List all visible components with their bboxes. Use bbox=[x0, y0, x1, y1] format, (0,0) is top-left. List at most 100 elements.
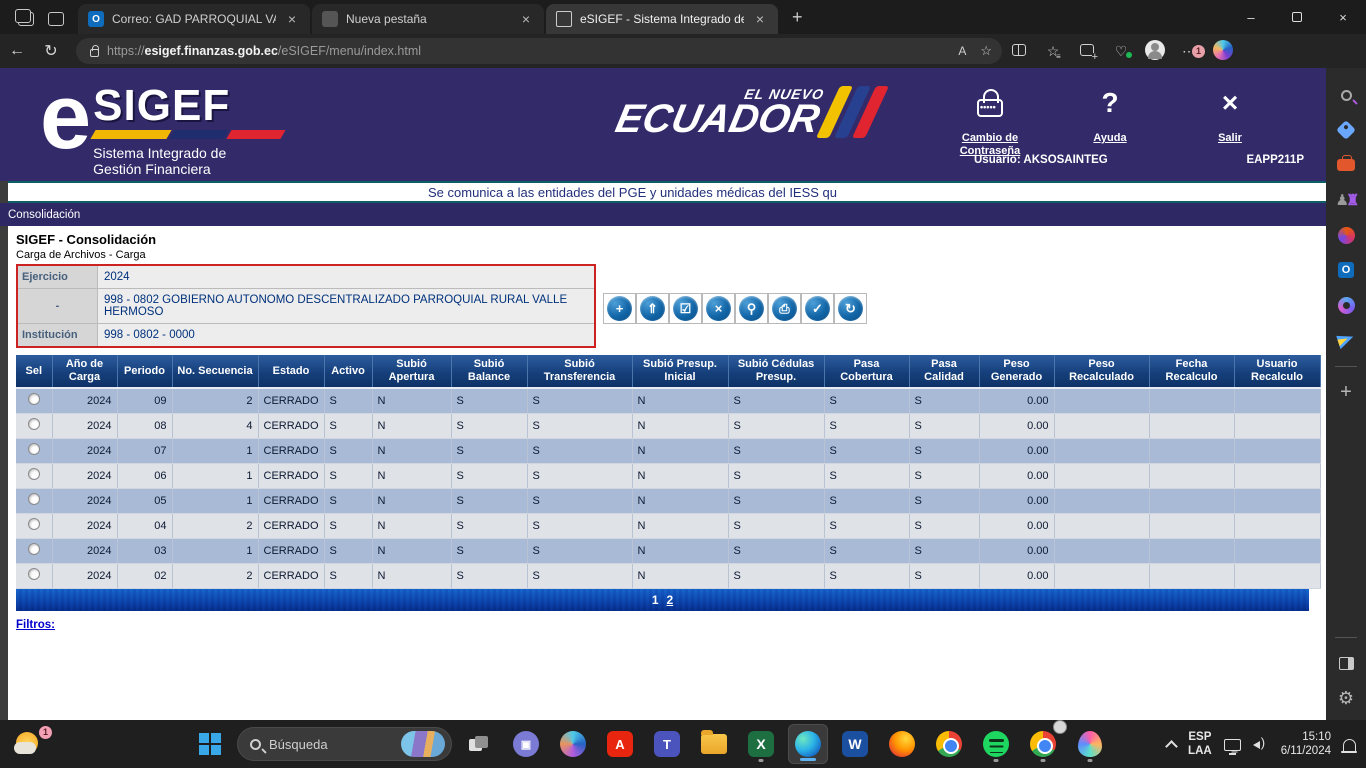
close-button[interactable]: × bbox=[1320, 0, 1366, 34]
copilot-icon[interactable] bbox=[1206, 40, 1240, 63]
filters-link[interactable]: Filtros: bbox=[16, 619, 55, 631]
approve-button[interactable]: ✓ bbox=[801, 293, 834, 324]
taskbar-app-explorer[interactable] bbox=[694, 724, 734, 764]
tab-close-icon[interactable]: × bbox=[518, 11, 534, 27]
row-radio-button[interactable] bbox=[28, 543, 40, 555]
cell: N bbox=[632, 538, 728, 563]
taskbar-app-spotify[interactable] bbox=[976, 724, 1016, 764]
minimize-button[interactable]: – bbox=[1228, 0, 1274, 34]
sidebar-search-icon[interactable] bbox=[1333, 82, 1359, 108]
row-radio-button[interactable] bbox=[28, 443, 40, 455]
taskbar-app-excel[interactable]: X bbox=[741, 724, 781, 764]
taskbar-app-firefox[interactable] bbox=[882, 724, 922, 764]
sidebar-add-icon[interactable]: + bbox=[1333, 379, 1359, 405]
cell bbox=[1054, 413, 1149, 438]
tray-volume-icon[interactable] bbox=[1253, 737, 1269, 751]
address-bar[interactable]: https://esigef.finanzas.gob.ec/eSIGEF/me… bbox=[76, 38, 1002, 64]
sidebar-settings-icon[interactable]: ⚙ bbox=[1333, 685, 1359, 711]
taskbar-app-paint[interactable] bbox=[1070, 724, 1110, 764]
cell: 2024 bbox=[52, 538, 117, 563]
sidebar-divider-bottom bbox=[1335, 637, 1357, 638]
sidebar-shopping-icon[interactable] bbox=[1333, 117, 1359, 143]
tab-close-icon[interactable]: × bbox=[284, 11, 300, 27]
logo-subtitle: Sistema Integrado deGestión Financiera bbox=[93, 145, 283, 177]
sidebar-games-icon[interactable]: ♟♜ bbox=[1333, 187, 1359, 213]
taskbar-search[interactable]: Búsqueda bbox=[237, 727, 452, 761]
favorite-star-icon[interactable]: ☆ bbox=[980, 43, 992, 59]
menu-consolidacion[interactable]: Consolidación bbox=[8, 209, 80, 221]
cell: S bbox=[728, 413, 824, 438]
row-radio-button[interactable] bbox=[28, 468, 40, 480]
cell bbox=[1234, 488, 1320, 513]
browser-essentials-icon[interactable]: ♡ bbox=[1104, 43, 1138, 60]
widgets-weather-icon[interactable]: 1 bbox=[14, 728, 50, 760]
tab-title: Correo: GAD PARROQUIAL VALLE bbox=[112, 12, 276, 26]
taskbar-app-copilot[interactable] bbox=[553, 724, 593, 764]
delete-button[interactable]: × bbox=[702, 293, 735, 324]
back-button[interactable]: ← bbox=[0, 42, 34, 60]
new-tab-button[interactable]: + bbox=[780, 7, 815, 34]
sidebar-tools-icon[interactable] bbox=[1333, 152, 1359, 178]
taskbar-app-edge[interactable] bbox=[788, 724, 828, 764]
sidebar-divider bbox=[1335, 366, 1357, 367]
create-button[interactable]: + bbox=[603, 293, 636, 324]
print-button[interactable]: ⎙ bbox=[768, 293, 801, 324]
browser-tab[interactable]: eSIGEF - Sistema Integrado de G× bbox=[546, 4, 778, 34]
favorites-icon[interactable]: ☆≡ bbox=[1036, 43, 1070, 60]
tray-network-icon[interactable] bbox=[1224, 739, 1241, 751]
search-highlight-image[interactable] bbox=[401, 731, 445, 757]
row-radio-button[interactable] bbox=[28, 418, 40, 430]
start-button[interactable] bbox=[190, 724, 230, 764]
profile-avatar[interactable] bbox=[1138, 40, 1172, 63]
more-menu-icon[interactable]: ⋯1 bbox=[1172, 43, 1206, 60]
maximize-button[interactable] bbox=[1274, 0, 1320, 34]
header-action-help[interactable]: ?Ayuda bbox=[1064, 80, 1156, 158]
validate-button[interactable]: ☑ bbox=[669, 293, 702, 324]
tray-clock[interactable]: 15:106/11/2024 bbox=[1281, 730, 1331, 758]
row-radio-button[interactable] bbox=[28, 393, 40, 405]
refresh-button[interactable]: ↻ bbox=[34, 41, 68, 61]
page-link[interactable]: 2 bbox=[667, 593, 674, 607]
header-action-password[interactable]: Cambio de Contraseña bbox=[944, 80, 1036, 158]
browser-tab[interactable]: Nueva pestaña× bbox=[312, 4, 544, 34]
recalculate-button[interactable]: ↻ bbox=[834, 293, 867, 324]
task-view-button[interactable] bbox=[459, 724, 499, 764]
taskbar-app-teams[interactable]: T bbox=[647, 724, 687, 764]
collections-icon[interactable] bbox=[1070, 43, 1104, 59]
sidebar-outlook-icon[interactable]: O bbox=[1333, 257, 1359, 283]
taskbar-app-chrome[interactable] bbox=[929, 724, 969, 764]
tray-notifications-icon[interactable] bbox=[1343, 739, 1356, 751]
sel-cell bbox=[16, 413, 52, 438]
taskbar-app-chrome-profile[interactable] bbox=[1023, 724, 1063, 764]
tab-actions-icon[interactable] bbox=[18, 12, 34, 26]
cell: S bbox=[824, 563, 909, 588]
table-row: 2024092CERRADOSNSSNSSS0.00 bbox=[16, 388, 1320, 413]
sidebar-m365-icon[interactable] bbox=[1333, 222, 1359, 248]
logo-e: e bbox=[40, 78, 87, 177]
sidebar-panel-icon[interactable] bbox=[1333, 650, 1359, 676]
header-action-label: Salir bbox=[1184, 132, 1276, 145]
workspaces-icon[interactable] bbox=[48, 12, 64, 26]
row-radio-button[interactable] bbox=[28, 518, 40, 530]
taskbar-app-word[interactable]: W bbox=[835, 724, 875, 764]
browser-tab[interactable]: OCorreo: GAD PARROQUIAL VALLE× bbox=[78, 4, 310, 34]
row-radio-button[interactable] bbox=[28, 493, 40, 505]
pagination-bar: 12 bbox=[16, 589, 1309, 611]
tray-chevron-icon[interactable] bbox=[1165, 740, 1178, 753]
row-radio-button[interactable] bbox=[28, 568, 40, 580]
read-aloud-icon[interactable]: A bbox=[958, 44, 966, 58]
split-screen-icon[interactable] bbox=[1002, 43, 1036, 59]
sidebar-designer-icon[interactable] bbox=[1333, 292, 1359, 318]
cell: S bbox=[728, 563, 824, 588]
header-action-exit[interactable]: ×Salir bbox=[1184, 80, 1276, 158]
cell: S bbox=[527, 488, 632, 513]
taskbar-app-acrobat[interactable]: A bbox=[600, 724, 640, 764]
tray-language[interactable]: ESPLAA bbox=[1188, 730, 1212, 758]
detail-button[interactable]: ⚲ bbox=[735, 293, 768, 324]
app-menu-bar: Consolidación bbox=[0, 203, 1326, 226]
taskbar-app-chat[interactable]: ▣ bbox=[506, 724, 546, 764]
upload-button[interactable]: ⇑ bbox=[636, 293, 669, 324]
cell: 2 bbox=[172, 513, 258, 538]
sidebar-drop-icon[interactable] bbox=[1333, 327, 1359, 353]
tab-close-icon[interactable]: × bbox=[752, 11, 768, 27]
